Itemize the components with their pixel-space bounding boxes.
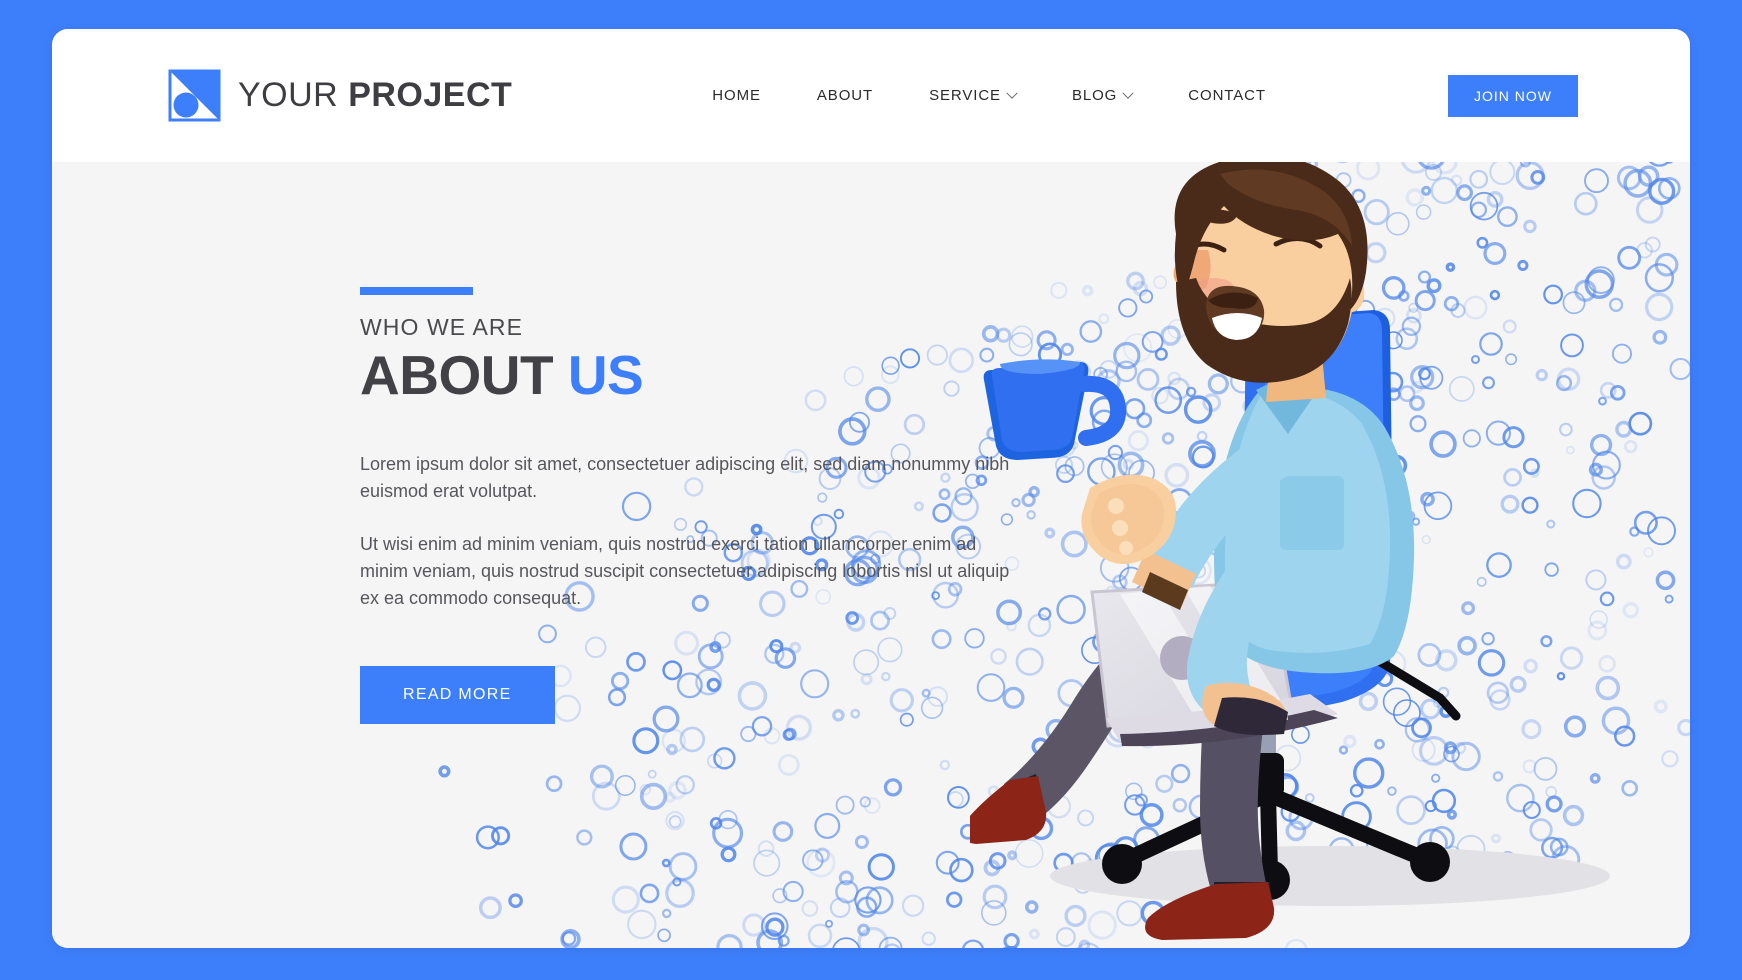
chair-cylinder — [1260, 698, 1276, 772]
nav-item-service[interactable]: SERVICE — [929, 79, 1018, 112]
main-navigation: HOME ABOUT SERVICE BLOG CONTACT — [712, 79, 1266, 112]
triangle-circle-logo-icon — [166, 67, 223, 124]
nav-item-home[interactable]: HOME — [712, 79, 761, 112]
laptop — [1090, 580, 1338, 747]
floor-shadow — [1050, 846, 1610, 906]
left-arm — [1081, 430, 1300, 610]
hero-section: WHO WE ARE ABOUT US Lorem ipsum dolor si… — [52, 162, 1690, 948]
accent-bar — [360, 287, 473, 295]
chair-wheels — [1102, 842, 1450, 900]
nav-label: SERVICE — [929, 87, 1001, 104]
legs — [1004, 607, 1342, 908]
nav-item-blog[interactable]: BLOG — [1071, 79, 1134, 112]
join-now-button[interactable]: JOIN NOW — [1448, 74, 1578, 117]
page-title: ABOUT US — [360, 344, 1020, 407]
hero-copy-block: WHO WE ARE ABOUT US Lorem ipsum dolor si… — [360, 287, 1020, 724]
headline-accent: US — [567, 344, 644, 406]
chevron-down-icon — [1006, 87, 1018, 99]
nav-label: HOME — [712, 87, 761, 104]
nav-item-contact[interactable]: CONTACT — [1188, 79, 1266, 112]
nav-label: ABOUT — [816, 87, 874, 104]
hero-illustration — [960, 162, 1690, 948]
brand-name-bold: PROJECT — [348, 76, 513, 114]
hero-paragraph-2: Ut wisi enim ad minim veniam, quis nostr… — [360, 533, 1010, 608]
head — [1173, 162, 1368, 402]
headline-main: ABOUT — [360, 344, 554, 406]
chair-base — [1122, 786, 1430, 880]
nav-label: BLOG — [1071, 87, 1118, 104]
sweater — [1214, 379, 1415, 674]
hero-eyebrow: WHO WE ARE — [360, 314, 524, 340]
right-arm — [1186, 562, 1288, 735]
site-header: YOUR PROJECT HOME ABOUT SERVICE BLOG CON… — [52, 29, 1690, 162]
page-card: YOUR PROJECT HOME ABOUT SERVICE BLOG CON… — [52, 29, 1690, 948]
chevron-down-icon — [1122, 87, 1134, 99]
shirt-pocket — [1280, 476, 1344, 550]
nav-item-about[interactable]: ABOUT — [817, 79, 873, 112]
shoes — [960, 776, 1275, 940]
page-frame: YOUR PROJECT HOME ABOUT SERVICE BLOG CON… — [0, 0, 1742, 980]
nav-label: CONTACT — [1188, 87, 1266, 104]
read-more-button[interactable]: READ MORE — [360, 665, 555, 724]
hero-paragraph-1: Lorem ipsum dolor sit amet, consectetuer… — [360, 453, 1010, 501]
brand-name: YOUR PROJECT — [238, 76, 512, 115]
brand-name-light: YOUR — [238, 76, 339, 114]
office-chair — [1102, 310, 1461, 900]
laptop-logo — [1160, 636, 1204, 680]
brand-logo[interactable]: YOUR PROJECT — [166, 67, 512, 124]
